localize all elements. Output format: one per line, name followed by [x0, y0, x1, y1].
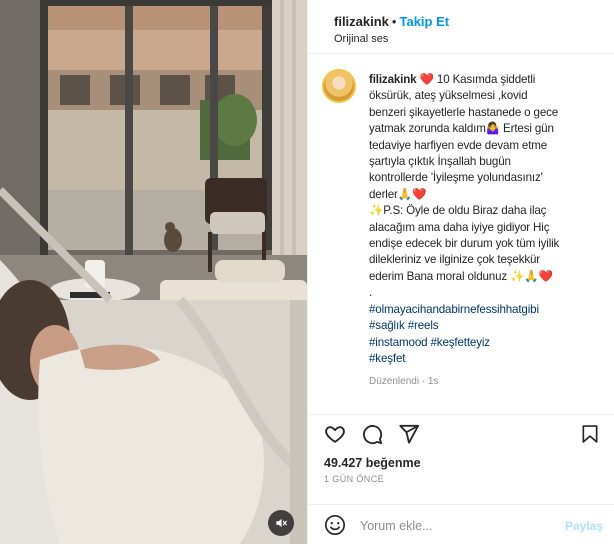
avatar[interactable]: [322, 69, 356, 103]
comment-icon: [363, 425, 383, 445]
caption-line: filizakink ❤️ 10 Kasımda şiddetli: [369, 72, 609, 88]
hashtag-link[interactable]: #sağlık #reels: [369, 318, 609, 334]
speaker-muted-icon: [276, 518, 287, 528]
caption-line: endişe edecek bir durum yok tüm iyilik: [369, 237, 560, 251]
bookmark-icon: [582, 425, 598, 443]
like-count[interactable]: 49.427 beğenme: [324, 456, 421, 470]
emoji-button[interactable]: [324, 514, 346, 541]
audio-label[interactable]: Orijinal ses: [334, 33, 388, 45]
video-frame: [0, 0, 307, 544]
paper-plane-icon: [399, 424, 420, 444]
smiley-icon: [325, 515, 345, 535]
caption-line: benzeri şikayetlerle hastanede o gece: [369, 105, 559, 119]
like-button[interactable]: [324, 423, 346, 450]
caption-line: şartıyla çıktık İnşallah bugün: [369, 155, 511, 169]
save-button[interactable]: [580, 423, 600, 450]
caption-area: filizakink ❤️ 10 Kasımda şiddetli öksürü…: [308, 55, 614, 415]
caption: filizakink ❤️ 10 Kasımda şiddetli öksürü…: [369, 72, 609, 367]
comment-bar: Paylaş: [308, 504, 614, 544]
edited-timestamp: Düzenlendi · 1s: [369, 376, 439, 387]
caption-line: kontrollerde 'İyileşme yolundasınız': [369, 171, 543, 185]
heart-icon: [325, 426, 345, 443]
post-time: 1 GÜN ÖNCE: [324, 474, 385, 484]
caption-username[interactable]: filizakink: [369, 73, 417, 86]
caption-line: alacağım ama daha iyiye gidiyor Hiç: [369, 220, 550, 234]
caption-line: öksürük, ateş yükselmesi ,kovid: [369, 89, 528, 103]
caption-line: tedaviye harfiyen evde devam etme: [369, 138, 548, 152]
caption-line: derler🙏❤️: [369, 187, 427, 201]
header-separator: •: [391, 14, 397, 29]
post-comment-button[interactable]: Paylaş: [565, 519, 603, 533]
post-sidebar: filizakink • Takip Et Orijinal ses filizak…: [307, 0, 614, 544]
caption-line: yatmak zorunda kaldım🤷‍♀️ Ertesi gün: [369, 122, 554, 136]
comment-input[interactable]: [360, 517, 550, 535]
caption-line: ederim Bana moral oldunuz ✨🙏❤️: [369, 269, 553, 283]
hashtag-link[interactable]: #keşfet: [369, 351, 609, 367]
caption-line: ✨P.S: Öyle de oldu Biraz daha ilaç: [369, 204, 547, 218]
hashtag-link[interactable]: #olmayacihandabirnefessihhatgibi: [369, 302, 609, 318]
caption-line-text: ❤️ 10 Kasımda şiddetli: [419, 73, 536, 86]
header-username[interactable]: filizakink: [334, 14, 389, 29]
header-row: filizakink • Takip Et: [334, 14, 449, 29]
post-video[interactable]: [0, 0, 307, 544]
caption-line: dilekleriniz ve ilginize çok teşekkür: [369, 253, 541, 267]
caption-line: .: [369, 286, 373, 300]
post-header: filizakink • Takip Et Orijinal ses: [308, 0, 614, 54]
comment-button[interactable]: [361, 423, 383, 450]
action-bar: [308, 420, 614, 450]
mute-button[interactable]: [268, 510, 294, 536]
hashtag-link[interactable]: #instamood #keşfetteyiz: [369, 335, 609, 351]
follow-button[interactable]: Takip Et: [399, 14, 449, 29]
share-button[interactable]: [398, 423, 420, 450]
